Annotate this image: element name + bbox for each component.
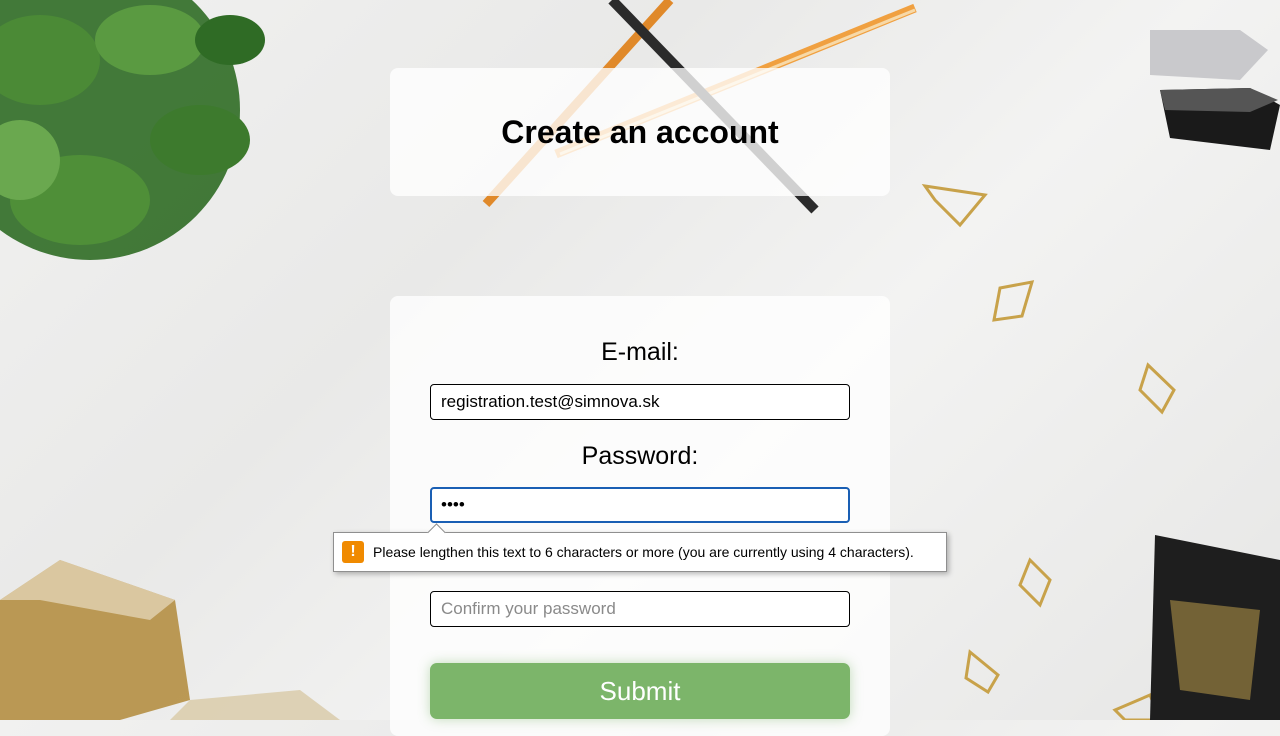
submit-button[interactable]: Submit (430, 663, 850, 719)
plant-decoration (0, 0, 265, 260)
warning-icon: ! (342, 541, 364, 563)
hourglass-decoration (0, 560, 340, 720)
email-label: E-mail: (601, 338, 679, 366)
email-field[interactable] (430, 384, 850, 420)
title-card: Create an account (390, 68, 890, 196)
password-label: Password: (581, 442, 699, 470)
page-title: Create an account (501, 113, 779, 150)
confirm-password-field[interactable] (430, 591, 850, 627)
password-field[interactable] (430, 487, 850, 523)
note-blocks-decoration (1150, 30, 1280, 150)
paper-clips-decoration (921, 183, 1176, 720)
registration-form: E-mail: Password: Submit (390, 296, 890, 736)
validation-message: Please lengthen this text to 6 character… (373, 544, 914, 560)
clip-holder-decoration (1150, 535, 1280, 720)
validation-tooltip: ! Please lengthen this text to 6 charact… (333, 532, 947, 572)
